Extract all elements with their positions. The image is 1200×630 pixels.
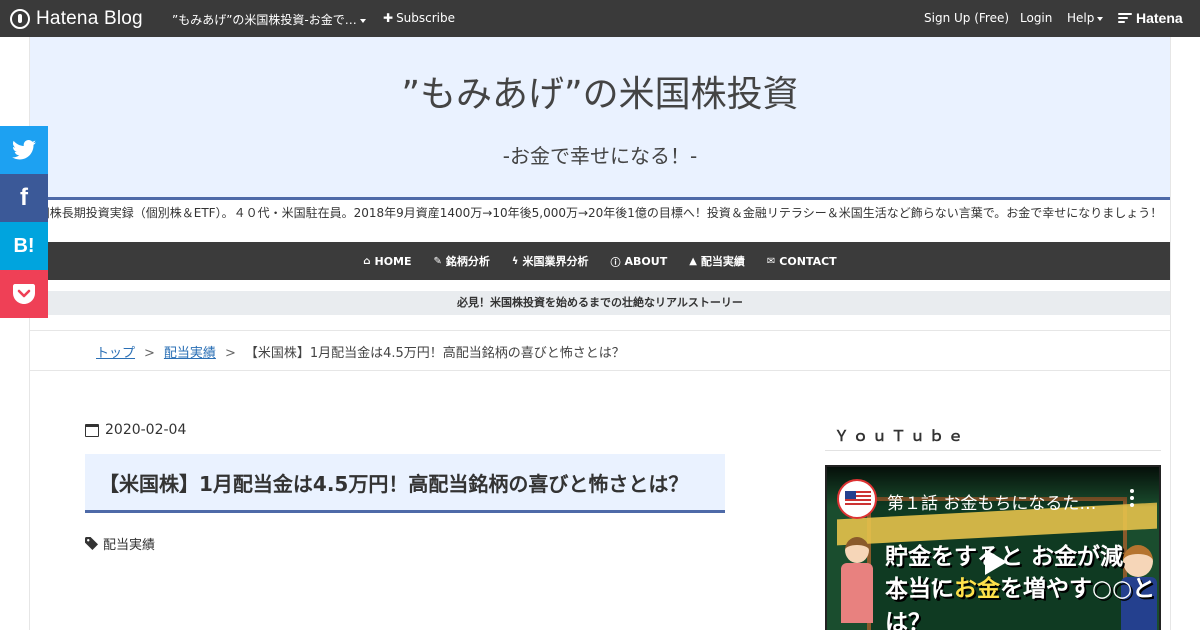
envelope-icon: ✉ — [766, 255, 776, 267]
article-date-text: 2020-02-04 — [105, 422, 187, 438]
bolt-icon: ϟ — [511, 255, 519, 267]
breadcrumb-top-link[interactable]: トップ — [96, 346, 135, 361]
breadcrumb-current: 【米国株】1月配当金は4.5万円！高配当銘柄の喜びと怖さとは？ — [244, 346, 625, 361]
blog-header: ”もみあげ”の米国株投資 -お金で幸せになる！- — [30, 37, 1170, 200]
article-category-label: 配当実績 — [103, 538, 156, 553]
nav-label: 米国業界分析 — [522, 255, 589, 268]
wrench-icon: ✎ — [433, 255, 442, 267]
nav-item-stock-analysis[interactable]: ✎ 銘柄分析 — [434, 253, 490, 269]
hatena-blog-logo[interactable]: Hatena Blog — [10, 7, 143, 30]
pocket-share-button[interactable] — [0, 270, 48, 318]
blog-name-label: ”もみあげ”の米国株投資-お金で… — [172, 13, 357, 27]
signup-link[interactable]: Sign Up (Free) — [924, 11, 1009, 25]
subscribe-button[interactable]: ✚ Subscribe — [383, 11, 455, 25]
nav-item-dividends[interactable]: ▲ 配当実績 — [689, 253, 745, 269]
breadcrumb-bar: トップ > 配当実績 > 【米国株】1月配当金は4.5万円！高配当銘柄の喜びと怖さとは？ — [30, 330, 1170, 371]
video-thumbnail-girl — [839, 537, 875, 630]
twitter-share-button[interactable] — [0, 126, 48, 174]
article-title[interactable]: 【米国株】1月配当金は4.5万円！高配当銘柄の喜びと怖さとは？ — [85, 454, 725, 513]
help-dropdown[interactable]: Help — [1067, 11, 1104, 25]
video-thumbnail-line2: 本当にお金を増やす○○とは？ — [885, 569, 1159, 630]
sidebar-youtube-title: ＹｏｕＴｕｂｅ — [825, 419, 1161, 451]
nav-label: ABOUT — [624, 254, 668, 268]
breadcrumb-category-link[interactable]: 配当実績 — [164, 346, 216, 361]
breadcrumb: トップ > 配当実績 > 【米国株】1月配当金は4.5万円！高配当銘柄の喜びと怖さとは？ — [96, 342, 625, 361]
home-icon: ⌂ — [363, 255, 371, 267]
nav-item-industry-analysis[interactable]: ϟ 米国業界分析 — [512, 253, 589, 269]
hatena-bookmark-icon: B! — [13, 234, 35, 257]
breadcrumb-separator: > — [144, 346, 155, 361]
logo-text: Hatena Blog — [36, 7, 143, 29]
hatena-topbar: Hatena Blog ”もみあげ”の米国株投資-お金で… ✚ Subscribe… — [0, 0, 1200, 37]
nav-item-home[interactable]: ⌂ HOME — [363, 255, 411, 268]
article-date: 2020-02-04 — [85, 422, 186, 438]
article-category[interactable]: 配当実績 — [85, 534, 155, 553]
plus-icon: ✚ — [383, 11, 394, 25]
caret-down-icon — [359, 18, 366, 23]
nav-item-about[interactable]: ⓘ ABOUT — [611, 254, 668, 269]
channel-avatar[interactable] — [837, 479, 877, 519]
global-nav: ⌂ HOME ✎ 銘柄分析 ϟ 米国業界分析 ⓘ ABOUT ▲ 配当実績 ✉ CONTAC… — [30, 242, 1170, 280]
more-options-icon[interactable] — [1129, 489, 1135, 507]
line2-part: 本当に — [885, 576, 954, 602]
pocket-icon — [13, 284, 35, 304]
nav-label: HOME — [374, 254, 412, 268]
video-title[interactable]: 第１話 お金もちになるた… — [887, 489, 1096, 514]
play-icon[interactable] — [975, 543, 1013, 581]
caret-down-icon — [1097, 16, 1104, 21]
subscribe-label: Subscribe — [396, 11, 456, 25]
youtube-embed[interactable]: 貯金をすると お金が減る！？ 本当にお金を増やす○○とは？ 第１話 お金もちにな… — [825, 465, 1161, 630]
site-title[interactable]: ”もみあげ”の米国株投資 — [30, 65, 1170, 117]
tag-icon — [85, 537, 98, 550]
breadcrumb-separator: > — [224, 346, 236, 361]
us-flag-icon — [845, 491, 871, 505]
hatena-label: Hatena — [1136, 10, 1183, 26]
facebook-share-button[interactable]: f — [0, 174, 48, 222]
hatena-link[interactable]: Hatena — [1118, 10, 1183, 26]
blog-name-dropdown[interactable]: ”もみあげ”の米国株投資-お金で… — [172, 11, 366, 28]
help-label: Help — [1067, 11, 1095, 25]
graduation-cap-icon: ▲ — [689, 255, 697, 267]
calendar-icon — [85, 423, 99, 437]
nav-label: 銘柄分析 — [445, 255, 490, 268]
hatena-logo-icon — [10, 8, 30, 29]
twitter-bird-icon — [12, 140, 36, 160]
site-subtitle: -お金で幸せになる！- — [502, 144, 698, 168]
nav-label: 配当実績 — [700, 255, 745, 268]
facebook-icon: f — [20, 184, 28, 211]
info-icon: ⓘ — [610, 257, 621, 269]
hatena-stripes-icon — [1118, 13, 1132, 23]
nav-item-contact[interactable]: ✉ CONTACT — [767, 255, 837, 268]
nav-label: CONTACT — [779, 254, 837, 268]
featured-banner-link[interactable]: 必見！米国株投資を始めるまでの壮絶なリアルストーリー — [30, 291, 1170, 315]
blog-description: 国株長期投資実録（個別株＆ETF）。４０代・米国駐在員。2018年9月資産140… — [37, 206, 1163, 220]
login-link[interactable]: Login — [1020, 11, 1052, 25]
hatena-bookmark-button[interactable]: B! — [0, 222, 48, 270]
